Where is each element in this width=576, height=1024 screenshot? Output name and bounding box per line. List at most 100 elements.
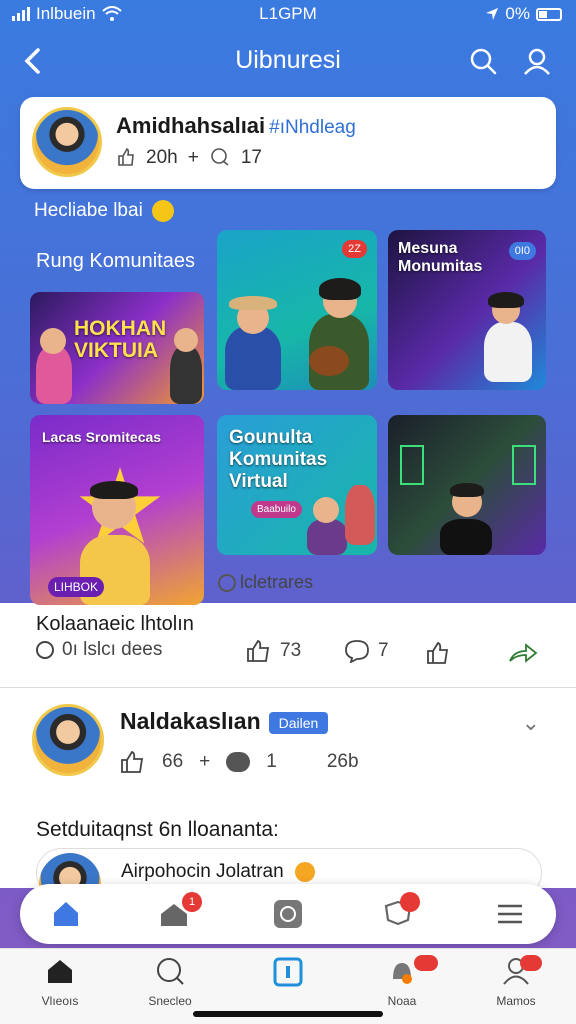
post2-time: 26b (326, 751, 359, 772)
tile-person (484, 322, 532, 382)
post2-stats: 66 + 1 26b (120, 750, 359, 774)
tile-title: HOKHAN VIKTUIA (74, 317, 167, 362)
tab-label: Mamos (496, 994, 536, 1008)
group-icon (226, 752, 251, 772)
tab-badge (414, 955, 438, 971)
home-icon[interactable] (50, 898, 82, 930)
post-time: 0ı lslcı dees (62, 639, 163, 660)
nav-bar: Uibnuresi (0, 38, 576, 84)
avatar[interactable] (32, 704, 104, 776)
search-icon[interactable] (468, 46, 498, 76)
tile-person (170, 346, 202, 404)
menu-icon[interactable] (494, 898, 526, 930)
profile-likes: 20h (146, 147, 178, 168)
comment-icon[interactable] (209, 147, 231, 167)
chevron-down-icon[interactable]: ⌄ (522, 710, 540, 736)
post-comments: 7 (378, 640, 389, 661)
tile-person-hat (229, 296, 277, 310)
tile-badge: 0I0 (508, 242, 536, 260)
tile-person (345, 485, 375, 545)
post-card: Kolaanaeic lhtolın 0ı lslcı dees 73 7 (0, 603, 576, 687)
section-label-top: Hecliabe lbai (34, 200, 175, 222)
community-tile[interactable] (388, 415, 546, 555)
post2-tag[interactable]: Dailen (268, 711, 329, 734)
post-time-row: 0ı lslcı dees (36, 639, 162, 661)
guitar-icon (309, 346, 349, 376)
home-icon (48, 960, 72, 983)
tab-label: Vlıeoıs (41, 994, 79, 1008)
screen-icon (512, 445, 536, 485)
search-icon (157, 958, 184, 985)
emoji-icon (152, 200, 175, 222)
post2-shares: 1 (266, 751, 277, 772)
like-icon[interactable] (120, 750, 146, 774)
like-icon[interactable] (116, 147, 136, 167)
tile-person (307, 519, 347, 555)
tile-title: Mesuna Monumitas (398, 240, 483, 275)
tile-person-head (40, 328, 66, 354)
comment-action[interactable]: 7 (344, 639, 389, 663)
post2-likes: 66 (162, 751, 184, 772)
tile-person-hair (488, 292, 524, 308)
post2-name: Naldakaslıan Dailen (120, 708, 329, 735)
thumb-icon[interactable] (426, 641, 450, 665)
battery-percent: 0% (505, 4, 530, 23)
tile-sub: Baabuilo (251, 501, 302, 518)
tile-person-head (174, 328, 198, 352)
tab-profile[interactable]: Mamos (466, 957, 566, 1008)
location-icon (486, 8, 499, 20)
profile-name: Amidhahsalıai #ıNhdleag (116, 113, 356, 139)
avatar[interactable] (32, 107, 102, 177)
battery-icon (536, 7, 562, 21)
tile-person-head (313, 497, 339, 523)
like-icon[interactable] (246, 639, 272, 663)
clock-icon (36, 641, 54, 659)
stats-plus: + (187, 147, 199, 168)
comment-text: Airpohocin Jolatran (121, 861, 315, 883)
tab-home[interactable]: Vlıeoıs (10, 957, 110, 1008)
post-caption: Kolaanaeic lhtolın (36, 613, 194, 635)
community-tile[interactable]: Lacas Sromitecas LIHBOK (30, 415, 204, 605)
post2-name-text: Naldakaslıan (120, 708, 261, 734)
share-icon[interactable] (508, 641, 538, 665)
comment-icon[interactable] (344, 639, 370, 663)
tab-search[interactable]: Snecleo (120, 957, 220, 1008)
profile-card[interactable]: Amidhahsalıai #ıNhdleag 20h + 17 (20, 97, 556, 189)
tile-badge: 2Z (342, 240, 367, 258)
notification-badge: 1 (182, 892, 202, 912)
tile-meta-text: lcletrares (240, 572, 314, 592)
tab-label: Noaa (387, 994, 417, 1008)
tab-create[interactable] (238, 957, 338, 996)
like-action[interactable]: 73 (246, 639, 301, 663)
tile-person-hair (90, 481, 138, 499)
camera-icon[interactable] (272, 898, 304, 930)
tab-label: Snecleo (148, 994, 192, 1008)
tile-person (440, 519, 492, 555)
tile-title: Lacas Sromitecas (42, 429, 162, 445)
community-tile[interactable]: Gounulta Komunitas Virtual Baabuilo (217, 415, 377, 555)
community-tile[interactable]: 2Z (217, 230, 377, 390)
heart-icon (218, 573, 236, 592)
tile-title: Gounulta Komunitas Virtual (229, 427, 328, 492)
emoji-icon (294, 861, 315, 882)
chat-badge (400, 892, 420, 912)
profile-name-text: Amidhahsalıai (116, 113, 266, 138)
status-right: 0% (485, 4, 562, 24)
tile-meta: lcletrares (218, 572, 313, 593)
profile-icon[interactable] (522, 46, 552, 76)
profile-comments: 17 (240, 147, 262, 168)
community-tile[interactable]: HOKHAN VIKTUIA (30, 292, 204, 404)
community-tile[interactable]: Mesuna Monumitas 0I0 (388, 230, 546, 390)
community-label: Rung Komunitaes (36, 250, 195, 272)
profile-stats: 20h + 17 (116, 147, 262, 169)
screen-icon (400, 445, 424, 485)
tile-person (36, 346, 72, 404)
tile-person-hair (450, 483, 484, 497)
post-likes: 73 (280, 640, 302, 661)
post2-subtitle: Setduitaqnst 6n lloananta: (36, 818, 279, 841)
stats-plus: + (199, 751, 211, 772)
comment-text-value: Airpohocin Jolatran (121, 861, 284, 882)
tile-badge: LIHBOK (48, 577, 105, 597)
section-label-top-text: Hecliabe lbai (34, 200, 143, 222)
profile-hashtag[interactable]: #ıNhdleag (269, 117, 356, 138)
